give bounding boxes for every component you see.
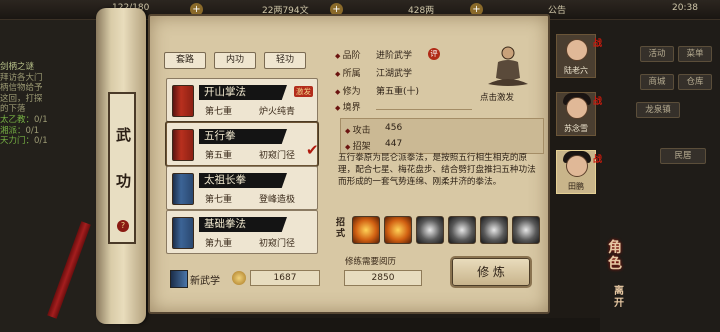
realm-bar <box>376 98 472 110</box>
skill-book-icon <box>172 217 194 249</box>
skill-item[interactable]: 太祖长拳 第七重 登峰造极 <box>166 166 318 210</box>
grade-label: 品阶 <box>335 48 361 61</box>
new-skill-book-icon[interactable] <box>170 270 188 288</box>
character-portrait[interactable]: 苏念雪 <box>556 92 596 136</box>
attack-label: 攻击 <box>345 123 371 136</box>
bottom-toolbar <box>210 318 600 332</box>
clock: 20:38 <box>672 3 698 13</box>
skill-name: 开山掌法 <box>199 85 287 100</box>
skill-item[interactable]: 开山掌法 激发 第七重 炉火纯青 <box>166 78 318 122</box>
skill-book-icon <box>172 173 194 205</box>
grade-badge: 评 <box>428 48 440 60</box>
coin-icon <box>232 271 246 285</box>
skill-state: 炉火纯青 <box>259 107 296 117</box>
activate-hint[interactable]: 点击激发 <box>480 91 514 103</box>
skill-state: 初窥门径 <box>259 151 296 161</box>
quest-counter-label: 天力门： <box>0 136 35 147</box>
new-skill-label[interactable]: 新武学 <box>190 272 220 287</box>
moves-label: 招式 <box>336 218 346 239</box>
skill-level: 第五重 <box>205 151 233 161</box>
faction-value: 江湖武学 <box>376 69 413 79</box>
move-icon[interactable] <box>352 216 380 244</box>
quest-title: 剑柄之谜 <box>0 62 35 72</box>
quest-line: 柄信物给予 <box>0 83 43 94</box>
skill-book-icon <box>172 129 194 161</box>
skill-level: 第七重 <box>205 195 233 205</box>
character-face <box>566 97 588 119</box>
move-icon[interactable] <box>416 216 444 244</box>
parry-value: 447 <box>385 139 403 149</box>
skill-name: 太祖长拳 <box>199 173 287 188</box>
leave-button[interactable]: 离开 <box>614 286 626 310</box>
tab-inner-skill[interactable]: 内功 <box>214 52 256 69</box>
skill-name: 五行拳 <box>199 129 287 144</box>
skill-book-icon <box>172 85 194 117</box>
character-portrait[interactable]: 陆老六 <box>556 34 596 78</box>
character-name: 苏念雪 <box>564 124 588 133</box>
skill-item[interactable]: 基础拳法 第九重 初窥门径 <box>166 210 318 254</box>
grade-value: 进阶武学 <box>376 51 413 61</box>
activated-badge: 激发 <box>294 86 313 97</box>
coin-value: 1687 <box>250 270 320 286</box>
meditating-figure-icon[interactable] <box>482 44 534 88</box>
warehouse-button[interactable]: 仓库 <box>678 74 712 90</box>
skill-item-selected[interactable]: 五行拳 第五重 初窥门径 <box>166 122 318 166</box>
menu-button[interactable]: 菜单 <box>678 46 712 62</box>
character-portrait-selected[interactable]: 田鹏 <box>556 150 596 194</box>
requirement-label: 修练需要阅历 <box>345 257 397 267</box>
quest-counter-label: 太乙教： <box>0 114 35 125</box>
quest-counter-value: 0/1 <box>34 114 48 125</box>
shop-button[interactable]: 商城 <box>640 74 674 90</box>
cultivation-value: 第五重(十) <box>376 87 420 97</box>
skill-level: 第七重 <box>205 107 233 117</box>
skill-description: 五行拳原为昆仑派拳法，是按照五行相生相克的原理，配合七星、梅花盘步、结合劈打盘推… <box>338 153 536 188</box>
skill-state: 登峰造极 <box>259 195 296 205</box>
character-face <box>566 155 588 177</box>
move-icon[interactable] <box>512 216 540 244</box>
quest-line: 这回，打探 <box>0 93 43 104</box>
battle-flag-icon: 战 <box>593 97 603 107</box>
skill-state: 初窥门径 <box>259 239 296 249</box>
stats-box: 攻击 456 招架 447 <box>340 118 544 154</box>
character-name: 陆老六 <box>564 66 588 75</box>
parry-label: 招架 <box>345 139 371 152</box>
help-icon[interactable]: ? <box>117 220 129 232</box>
faction-label: 所属 <box>335 66 361 79</box>
train-button[interactable]: 修 炼 <box>452 258 530 286</box>
cultivation-label: 修为 <box>335 84 361 97</box>
scroll-title-plate: 武 功 ? <box>108 92 136 244</box>
scroll-char: 功 <box>116 172 132 190</box>
checkmark-icon: ✔ <box>306 141 319 159</box>
character-name: 田鹏 <box>568 182 584 191</box>
location-label: 龙泉镇 <box>636 102 680 118</box>
battle-flag-icon: 战 <box>593 155 603 165</box>
role-button[interactable]: 角色 <box>608 240 628 272</box>
notice-link[interactable]: 公告 <box>548 3 566 16</box>
quest-line: 的下落 <box>0 104 26 115</box>
tab-light-skill[interactable]: 轻功 <box>264 52 306 69</box>
battle-flag-icon: 战 <box>593 39 603 49</box>
skill-level: 第九重 <box>205 239 233 249</box>
realm-label: 境界 <box>335 100 361 113</box>
quest-counter-value: 0/1 <box>25 125 40 136</box>
house-button[interactable]: 民居 <box>660 148 706 164</box>
tab-routines[interactable]: 套路 <box>164 52 206 69</box>
quest-counter-label: 湘派： <box>0 125 26 136</box>
character-face <box>566 39 588 61</box>
activity-button[interactable]: 活动 <box>640 46 674 62</box>
move-icon[interactable] <box>448 216 476 244</box>
move-icon[interactable] <box>384 216 412 244</box>
quest-line: 拜访各大门 <box>0 72 43 83</box>
move-icon[interactable] <box>480 216 508 244</box>
attack-value: 456 <box>385 123 403 133</box>
requirement-value: 2850 <box>344 270 422 286</box>
quest-tracker[interactable]: 剑柄之谜 拜访各大门 柄信物给予 这回，打探 的下落 太乙教：0/1 湘派：0/… <box>0 62 110 147</box>
skill-name: 基础拳法 <box>199 217 287 232</box>
scroll-char: 武 <box>116 126 132 144</box>
quest-counter-value: 0/1 <box>34 136 48 147</box>
